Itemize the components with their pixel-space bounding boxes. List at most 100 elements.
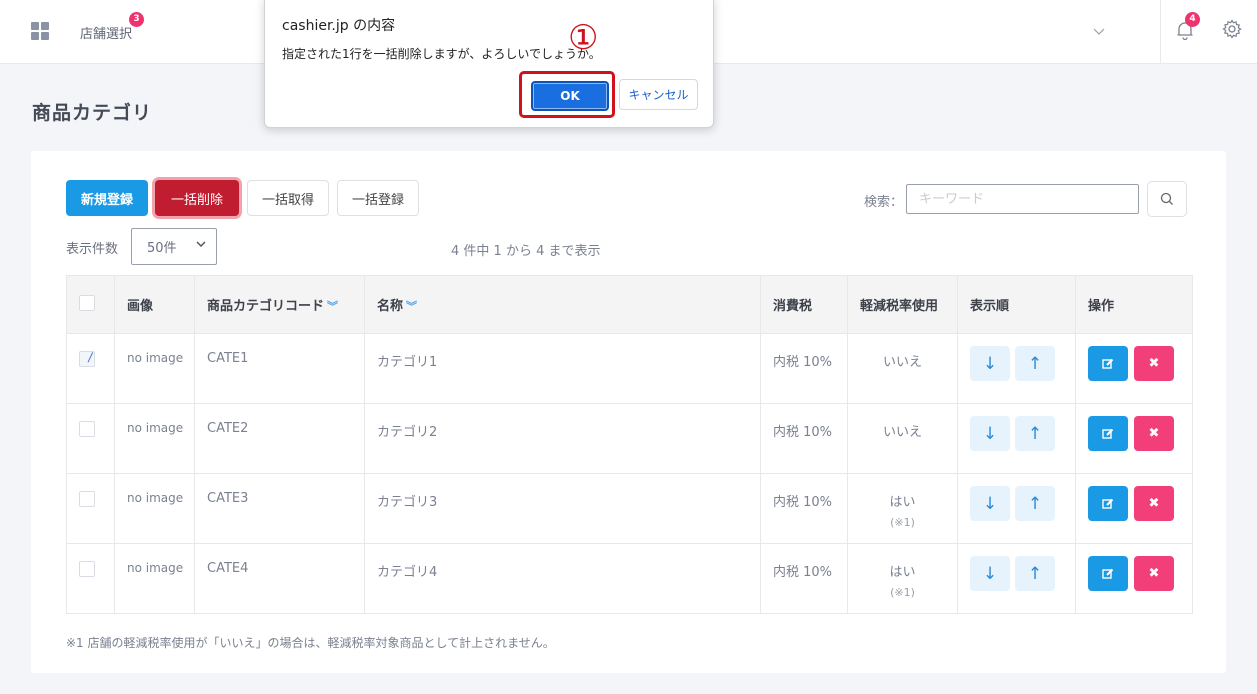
reduced-cell: いいえ [847, 333, 958, 404]
row-checkbox[interactable] [79, 421, 95, 437]
move-down-button[interactable]: ↓ [970, 346, 1010, 381]
search-input[interactable] [906, 184, 1139, 214]
table-row: no image CATE4 カテゴリ4 内税 10% はい (※1) ↓ ↑ ✖ [66, 543, 1193, 614]
code-cell: CATE4 [194, 543, 365, 614]
delete-button[interactable]: ✖ [1134, 556, 1174, 591]
move-up-button[interactable]: ↑ [1015, 416, 1055, 451]
chevron-down-icon[interactable] [1093, 26, 1107, 40]
edit-icon [1102, 568, 1114, 579]
image-cell: no image [114, 333, 195, 404]
sort-icon[interactable]: ︾ [327, 300, 338, 313]
header-divider [1160, 0, 1161, 64]
row-select-cell [66, 473, 115, 544]
move-down-button[interactable]: ↓ [970, 416, 1010, 451]
delete-icon: ✖ [1148, 426, 1160, 441]
image-cell: no image [114, 473, 195, 544]
edit-icon [1102, 358, 1114, 369]
bulk-get-button[interactable]: 一括取得 [247, 180, 329, 216]
column-header-name[interactable]: 名称 ︾ [364, 275, 761, 334]
delete-icon: ✖ [1148, 356, 1160, 371]
reduced-note: (※1) [890, 586, 915, 599]
name-cell: カテゴリ4 [364, 543, 761, 614]
category-table: 画像 商品カテゴリコード ︾ 名称 ︾ 消費税 軽減税率使用 表示順 操作 no i… [66, 275, 1193, 614]
bulk-delete-button[interactable]: 一括削除 [155, 180, 239, 216]
order-cell: ↓ ↑ [957, 543, 1076, 614]
move-up-button[interactable]: ↑ [1015, 486, 1055, 521]
category-card: 新規登録 一括削除 一括取得 一括登録 検索： 表示件数 50件 4 件中 1 … [31, 151, 1226, 673]
code-cell: CATE3 [194, 473, 365, 544]
reduced-cell: いいえ [847, 403, 958, 474]
new-register-button[interactable]: 新規登録 [66, 180, 148, 216]
move-down-button[interactable]: ↓ [970, 486, 1010, 521]
column-header-code[interactable]: 商品カテゴリコード ︾ [194, 275, 365, 334]
delete-button[interactable]: ✖ [1134, 416, 1174, 451]
page-title: 商品カテゴリ [32, 102, 153, 124]
name-cell: カテゴリ2 [364, 403, 761, 474]
table-row: no image CATE2 カテゴリ2 内税 10% いいえ ↓ ↑ ✖ [66, 403, 1193, 474]
row-select-cell [66, 333, 115, 404]
dialog-message: 指定された1行を一括削除しますが、よろしいでしょうか。 [282, 47, 601, 61]
delete-button[interactable]: ✖ [1134, 486, 1174, 521]
order-cell: ↓ ↑ [957, 403, 1076, 474]
column-name-label: 名称 [377, 299, 404, 314]
range-info: 4 件中 1 から 4 まで表示 [451, 244, 601, 259]
reduced-value: いいえ [882, 425, 922, 440]
table-header-row: 画像 商品カテゴリコード ︾ 名称 ︾ 消費税 軽減税率使用 表示順 操作 [66, 275, 1193, 334]
column-header-tax: 消費税 [760, 275, 848, 334]
footnote: ※1 店舗の軽減税率使用が「いいえ」の場合は、軽減税率対象商品として計上されませ… [66, 636, 555, 650]
notification-badge: 4 [1185, 12, 1200, 27]
column-header-reduced: 軽減税率使用 [847, 275, 958, 334]
delete-button[interactable]: ✖ [1134, 346, 1174, 381]
reduced-cell: はい (※1) [847, 473, 958, 544]
actions-cell: ✖ [1075, 333, 1193, 404]
edit-button[interactable] [1088, 556, 1128, 591]
name-cell: カテゴリ3 [364, 473, 761, 544]
column-code-label: 商品カテゴリコード [207, 299, 325, 314]
reduced-note: (※1) [890, 516, 915, 529]
code-cell: CATE1 [194, 333, 365, 404]
row-checkbox[interactable] [79, 561, 95, 577]
tax-cell: 内税 10% [760, 543, 848, 614]
confirm-dialog: cashier.jp の内容 指定された1行を一括削除しますが、よろしいでしょう… [264, 0, 714, 128]
dialog-cancel-button[interactable]: キャンセル [619, 79, 698, 110]
chevron-down-icon [196, 240, 206, 251]
reduced-cell: はい (※1) [847, 543, 958, 614]
row-checkbox[interactable] [79, 351, 95, 367]
search-icon [1160, 192, 1173, 205]
row-select-cell [66, 403, 115, 474]
move-up-button[interactable]: ↑ [1015, 346, 1055, 381]
edit-button[interactable] [1088, 416, 1128, 451]
search-button[interactable] [1147, 181, 1187, 217]
step-marker-annotation: ① [568, 18, 599, 58]
tax-cell: 内税 10% [760, 403, 848, 474]
delete-icon: ✖ [1148, 496, 1160, 511]
reduced-value: いいえ [882, 355, 922, 370]
select-all-checkbox[interactable] [79, 294, 95, 311]
move-up-button[interactable]: ↑ [1015, 556, 1055, 591]
bulk-register-button[interactable]: 一括登録 [337, 180, 419, 216]
apps-grid-icon[interactable] [31, 22, 49, 40]
tax-cell: 内税 10% [760, 473, 848, 544]
dialog-title: cashier.jp の内容 [282, 18, 396, 34]
per-page-label: 表示件数 [66, 242, 119, 257]
sort-icon[interactable]: ︾ [406, 300, 417, 313]
edit-icon [1102, 498, 1114, 509]
name-cell: カテゴリ1 [364, 333, 761, 404]
row-checkbox[interactable] [79, 491, 95, 507]
code-cell: CATE2 [194, 403, 365, 474]
per-page-select[interactable]: 50件 [131, 228, 217, 265]
order-cell: ↓ ↑ [957, 473, 1076, 544]
row-select-cell [66, 543, 115, 614]
edit-button[interactable] [1088, 486, 1128, 521]
gear-icon[interactable] [1222, 19, 1244, 41]
table-row: no image CATE1 カテゴリ1 内税 10% いいえ ↓ ↑ ✖ [66, 333, 1193, 404]
per-page-value: 50件 [147, 241, 177, 256]
edit-icon [1102, 428, 1114, 439]
move-down-button[interactable]: ↓ [970, 556, 1010, 591]
column-header-image: 画像 [114, 275, 195, 334]
edit-button[interactable] [1088, 346, 1128, 381]
tax-cell: 内税 10% [760, 333, 848, 404]
column-header-actions: 操作 [1075, 275, 1193, 334]
store-select-menu[interactable]: 店舗選択 [80, 23, 132, 42]
select-all-header [66, 275, 115, 334]
